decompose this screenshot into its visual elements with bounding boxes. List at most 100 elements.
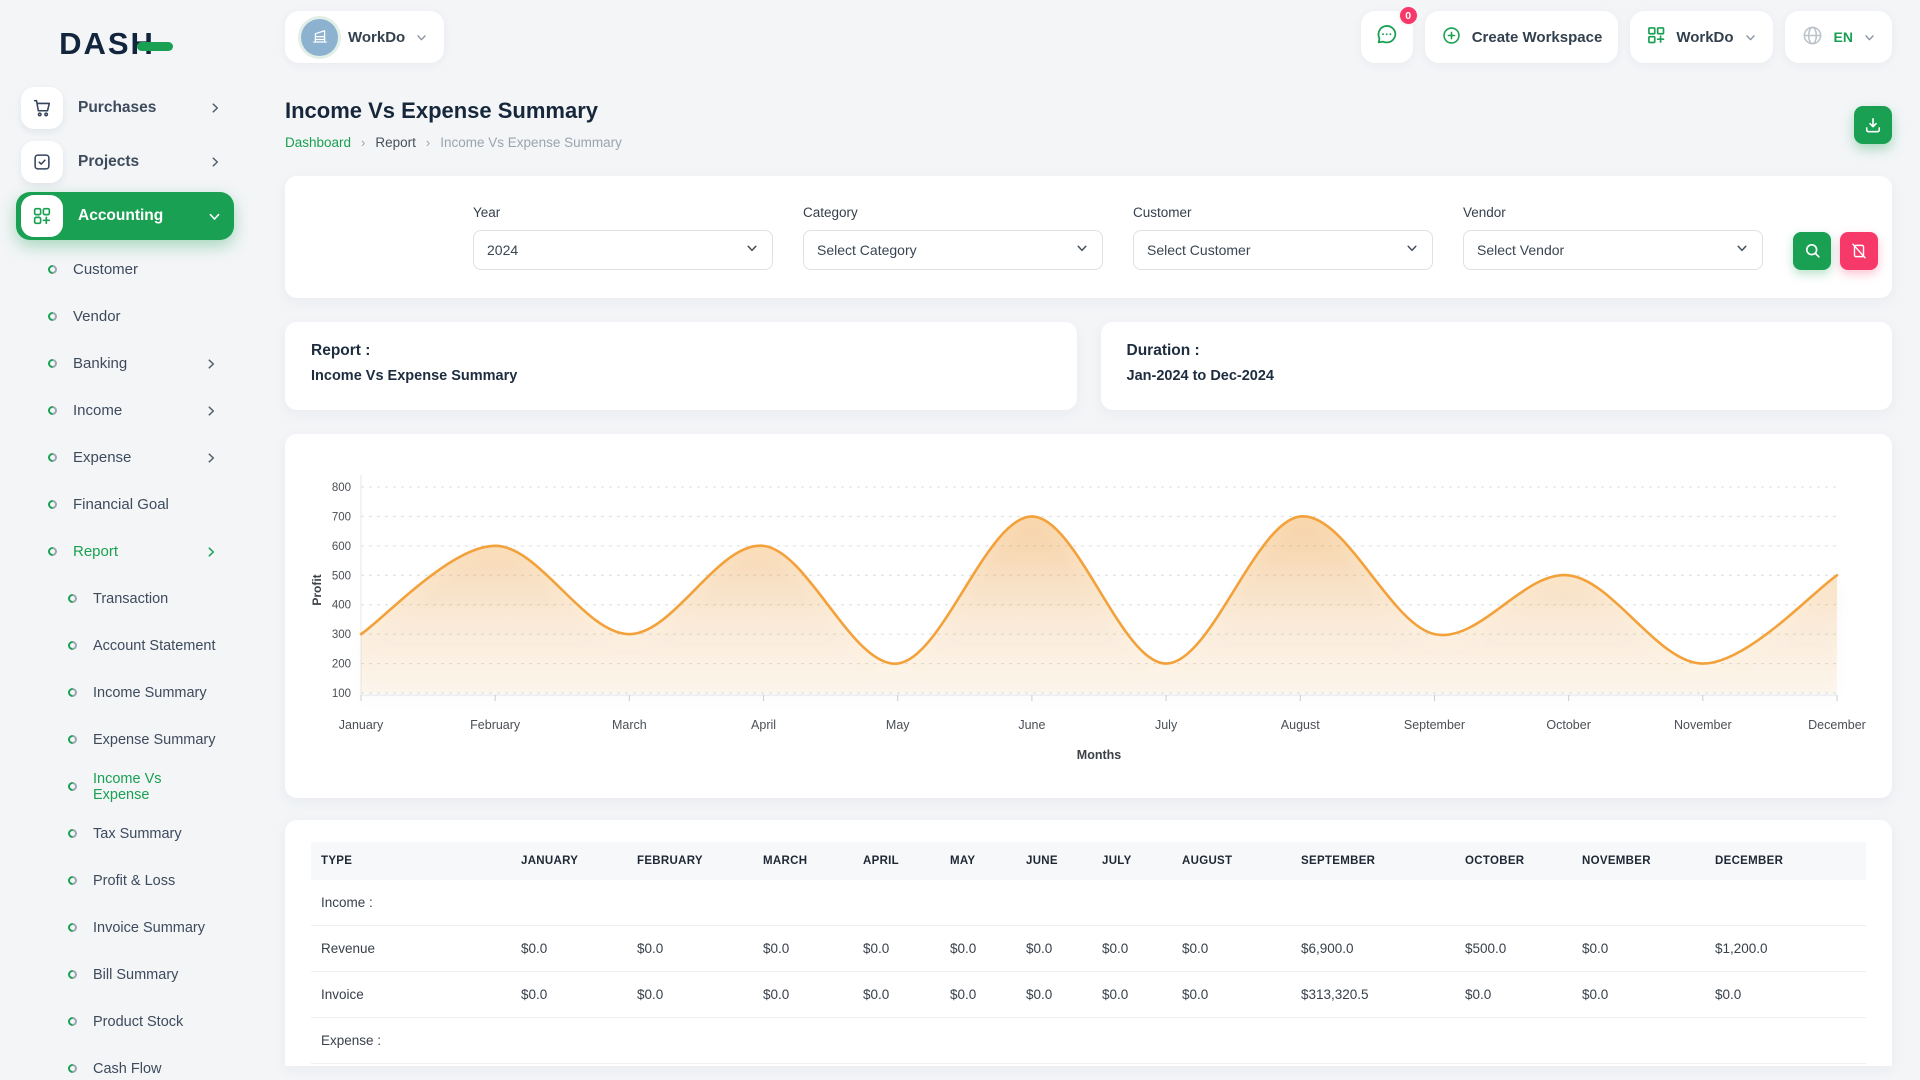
bullet-circle-icon	[66, 874, 79, 887]
cell-value: $0.0	[853, 926, 940, 972]
workspace-switcher-chip[interactable]: WorkDo	[285, 11, 444, 63]
category-select[interactable]: Select Category	[803, 230, 1103, 270]
svg-text:Profit: Profit	[310, 574, 324, 605]
download-report-button[interactable]	[1854, 106, 1892, 144]
sidebar-item-purchases[interactable]: Purchases	[16, 84, 234, 132]
table-row-revenue: Revenue$0.0$0.0$0.0$0.0$0.0$0.0$0.0$0.0$…	[311, 926, 1866, 972]
reset-filter-button[interactable]	[1840, 232, 1878, 270]
sidebar-item-customer[interactable]: Customer	[10, 246, 240, 293]
vendor-filter-field: VendorSelect Vendor	[1463, 205, 1763, 270]
bullet-circle-icon	[46, 404, 59, 417]
breadcrumb: Dashboard › Report › Income Vs Expense S…	[285, 135, 622, 150]
bullet-circle-icon	[46, 498, 59, 511]
sidebar-item-label: Income	[73, 402, 122, 419]
sidebar-item-income-summary[interactable]: Income Summary	[10, 669, 240, 716]
topbar-right-cluster: 0 Create Workspace WorkDo EN	[1361, 11, 1892, 63]
section-label: Income :	[311, 880, 511, 926]
sidebar-item-label: Bill Summary	[93, 967, 178, 983]
sidebar-item-projects[interactable]: Projects	[16, 138, 234, 186]
workspace-dropdown[interactable]: WorkDo	[1630, 11, 1772, 63]
language-dropdown[interactable]: EN	[1785, 11, 1892, 63]
sidebar: DASH Purchases Projects Accounting Custom…	[0, 0, 248, 1080]
svg-text:June: June	[1018, 718, 1045, 732]
sidebar-item-product-stock[interactable]: Product Stock	[10, 998, 240, 1045]
chat-bubble-icon	[1374, 22, 1399, 52]
income-expense-table: TYPEJANUARYFEBRUARYMARCHAPRILMAYJUNEJULY…	[311, 842, 1866, 1064]
row-type: Invoice	[311, 972, 511, 1018]
bullet-circle-icon	[66, 968, 79, 981]
filter-fields: Year2024CategorySelect CategoryCustomerS…	[473, 205, 1763, 270]
sidebar-item-income-vs-expense[interactable]: Income Vs Expense	[10, 763, 240, 810]
svg-text:January: January	[339, 718, 384, 732]
sidebar-item-label: Customer	[73, 261, 138, 278]
table-header-march: MARCH	[753, 842, 853, 880]
customer-select[interactable]: Select Customer	[1133, 230, 1433, 270]
cell-value: $0.0	[940, 926, 1016, 972]
sidebar-item-label: Projects	[78, 153, 139, 171]
sidebar-item-expense[interactable]: Expense	[10, 434, 240, 481]
bullet-circle-icon	[66, 1015, 79, 1028]
sidebar-item-profit-loss[interactable]: Profit & Loss	[10, 857, 240, 904]
sidebar-item-banking[interactable]: Banking	[10, 340, 240, 387]
chevron-down-icon	[1405, 241, 1419, 258]
sidebar-item-tax-summary[interactable]: Tax Summary	[10, 810, 240, 857]
row-type: Revenue	[311, 926, 511, 972]
sidebar-item-vendor[interactable]: Vendor	[10, 293, 240, 340]
cell-value: $1,200.0	[1705, 926, 1866, 972]
messages-button[interactable]: 0	[1361, 11, 1413, 63]
chevron-right-icon	[204, 357, 218, 371]
sidebar-item-income[interactable]: Income	[10, 387, 240, 434]
svg-text:800: 800	[332, 482, 351, 494]
sidebar-item-label: Cash Flow	[93, 1061, 162, 1077]
sidebar-item-transaction[interactable]: Transaction	[10, 575, 240, 622]
vendor-select[interactable]: Select Vendor	[1463, 230, 1763, 270]
report-card-title: Report :	[311, 342, 1051, 360]
create-workspace-label: Create Workspace	[1472, 29, 1603, 46]
logo-dash-accent	[137, 42, 173, 51]
sidebar-item-bill-summary[interactable]: Bill Summary	[10, 951, 240, 998]
sidebar-item-label: Income Vs Expense	[93, 771, 218, 803]
apply-filter-search-button[interactable]	[1793, 232, 1831, 270]
create-workspace-button[interactable]: Create Workspace	[1425, 11, 1619, 63]
svg-text:December: December	[1808, 718, 1866, 732]
select-value: 2024	[487, 242, 518, 258]
brand-logo[interactable]: DASH	[10, 18, 240, 70]
year-select[interactable]: 2024	[473, 230, 773, 270]
breadcrumb-dashboard-link[interactable]: Dashboard	[285, 135, 351, 150]
breadcrumb-report-link[interactable]: Report	[375, 135, 416, 150]
table-row-invoice: Invoice$0.0$0.0$0.0$0.0$0.0$0.0$0.0$0.0$…	[311, 972, 1866, 1018]
cell-value: $0.0	[627, 926, 753, 972]
cart-icon	[21, 87, 63, 129]
workspace-dropdown-label: WorkDo	[1676, 29, 1733, 46]
sidebar-top-items: Purchases Projects	[10, 84, 240, 186]
plus-circle-icon	[1441, 25, 1462, 50]
cell-value: $6,900.0	[1291, 926, 1455, 972]
table-header-february: FEBRUARY	[627, 842, 753, 880]
grid-icon	[1646, 25, 1666, 49]
cell-value: $0.0	[511, 926, 627, 972]
sidebar-item-accounting[interactable]: Accounting	[16, 192, 234, 240]
cell-value: $0.0	[753, 972, 853, 1018]
bullet-circle-icon	[66, 592, 79, 605]
main-area: WorkDo 0 Create Workspace WorkDo	[248, 0, 1920, 1080]
chevron-down-icon	[1735, 241, 1749, 258]
bullet-circle-icon	[46, 545, 59, 558]
cell-value: $0.0	[1092, 972, 1172, 1018]
report-card-value: Income Vs Expense Summary	[311, 368, 1051, 384]
sidebar-item-invoice-summary[interactable]: Invoice Summary	[10, 904, 240, 951]
cell-value: $0.0	[1172, 972, 1291, 1018]
sidebar-item-expense-summary[interactable]: Expense Summary	[10, 716, 240, 763]
cell-value: $0.0	[1455, 972, 1572, 1018]
sidebar-item-label: Account Statement	[93, 638, 216, 654]
bullet-circle-icon	[66, 686, 79, 699]
sidebar-item-financial-goal[interactable]: Financial Goal	[10, 481, 240, 528]
chevron-down-icon	[745, 241, 759, 258]
cell-value: $0.0	[940, 972, 1016, 1018]
report-summary-card: Report : Income Vs Expense Summary	[285, 322, 1077, 410]
sidebar-item-account-statement[interactable]: Account Statement	[10, 622, 240, 669]
sidebar-item-report[interactable]: Report	[10, 528, 240, 575]
income-expense-table-card: TYPEJANUARYFEBRUARYMARCHAPRILMAYJUNEJULY…	[285, 820, 1892, 1066]
svg-text:Months: Months	[1077, 748, 1121, 762]
sidebar-item-label: Purchases	[78, 99, 156, 117]
sidebar-item-cash-flow[interactable]: Cash Flow	[10, 1045, 240, 1080]
